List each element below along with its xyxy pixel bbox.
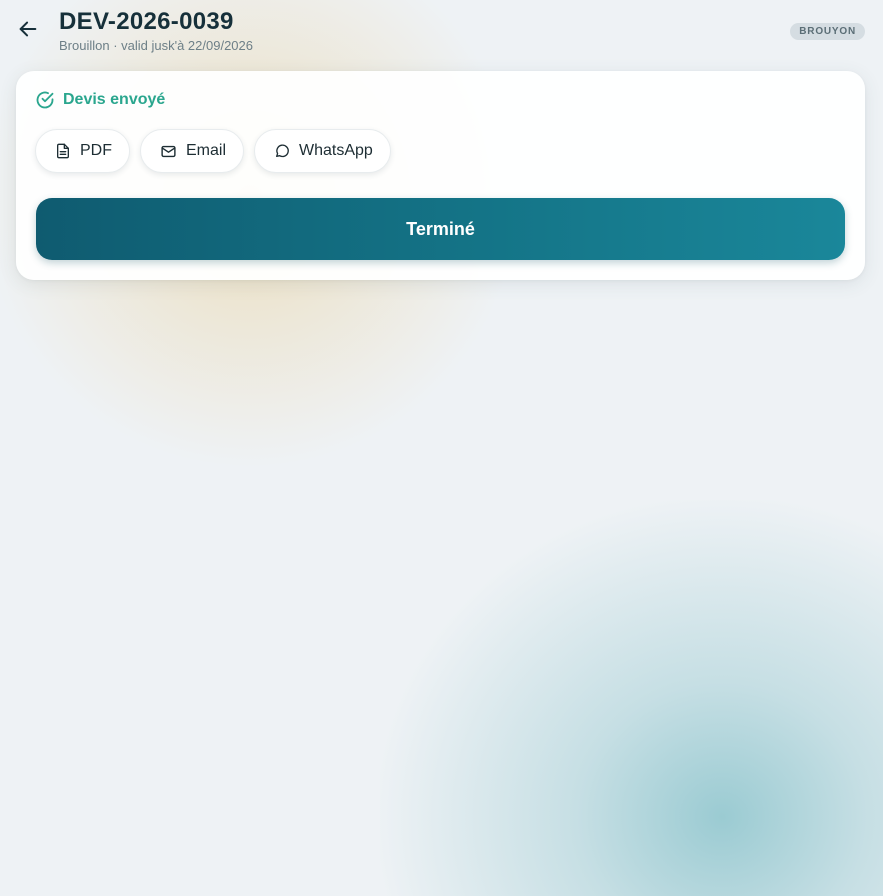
- check-circle-icon: [35, 90, 55, 110]
- email-button-label: Email: [186, 142, 227, 159]
- back-button[interactable]: [14, 17, 42, 45]
- sent-status-label: Devis envoyé: [63, 91, 166, 108]
- page-header: DEV-2026-0039 Brouillon · valid jusk'à 2…: [0, 0, 883, 60]
- share-buttons: PDF Email WhatsApp: [35, 129, 391, 173]
- quote-actions-card: Devis envoyé PDF Email WhatsApp Terminé: [16, 71, 865, 280]
- pdf-button-label: PDF: [80, 142, 112, 159]
- done-button[interactable]: Terminé: [36, 198, 845, 260]
- email-button[interactable]: Email: [140, 129, 245, 173]
- page-subtitle: Brouillon · valid jusk'à 22/09/2026: [59, 38, 253, 53]
- pdf-button[interactable]: PDF: [35, 129, 130, 173]
- mail-icon: [160, 143, 177, 160]
- arrow-left-icon: [17, 18, 39, 45]
- status-badge: BROUYON: [790, 23, 865, 40]
- whatsapp-button-label: WhatsApp: [299, 142, 373, 159]
- sent-status: Devis envoyé: [35, 90, 165, 110]
- whatsapp-button[interactable]: WhatsApp: [254, 129, 391, 173]
- background-glow-teal: [380, 500, 883, 896]
- document-icon: [55, 143, 71, 159]
- page-title: DEV-2026-0039: [59, 8, 234, 35]
- chat-bubble-icon: [274, 143, 290, 159]
